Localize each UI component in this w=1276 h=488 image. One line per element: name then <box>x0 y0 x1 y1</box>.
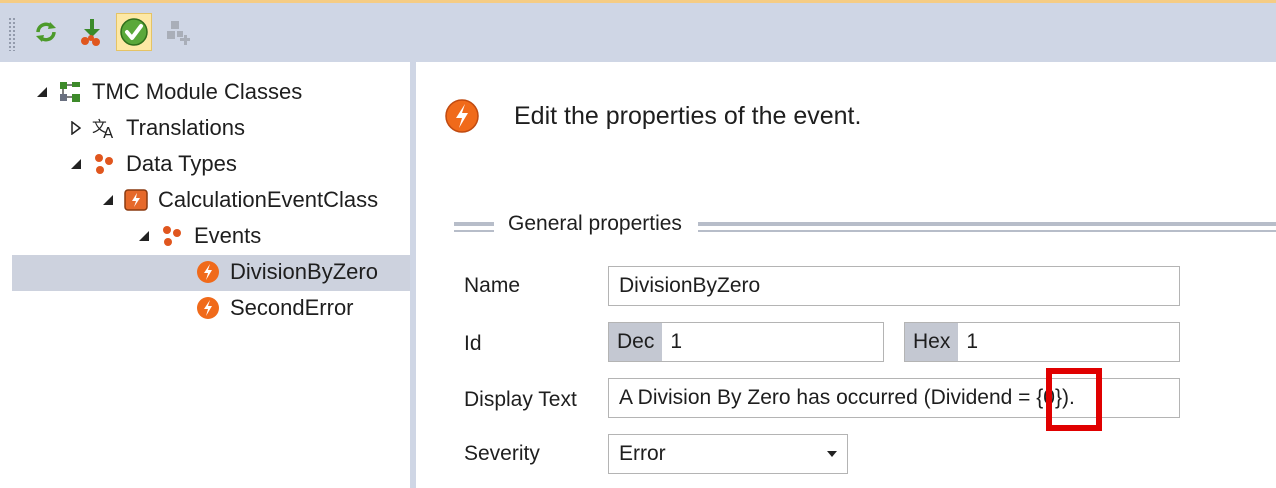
translate-icon: 文 A <box>92 116 116 140</box>
properties-panel: Edit the properties of the event. Genera… <box>416 62 1276 488</box>
event-icon <box>196 260 220 284</box>
add-disabled-button[interactable] <box>160 13 196 51</box>
tree-node-calculation-event-class[interactable]: CalculationEventClass <box>100 182 378 218</box>
tree-node-data-types[interactable]: Data Types <box>68 146 237 182</box>
id-dec-field[interactable]: Dec 1 <box>608 322 884 362</box>
group-title: General properties <box>502 212 688 236</box>
id-label: Id <box>464 332 482 355</box>
group-divider <box>454 222 494 232</box>
tree-node-events[interactable]: Events <box>136 218 261 254</box>
display-text-label: Display Text <box>464 388 577 411</box>
toolbar-grip[interactable] <box>8 17 16 51</box>
tree-node-translations[interactable]: 文 A Translations <box>68 110 245 146</box>
hex-prefix: Hex <box>905 323 959 361</box>
tree-node-label: Events <box>194 223 262 248</box>
collapse-arrow-icon[interactable] <box>68 121 84 135</box>
refresh-icon <box>36 22 56 42</box>
name-label: Name <box>464 274 521 297</box>
tree-node-second-error[interactable]: SecondError <box>196 290 354 326</box>
severity-label: Severity <box>464 442 540 465</box>
refresh-button[interactable] <box>28 13 64 51</box>
dec-value: 1 <box>670 330 683 353</box>
expand-arrow-icon[interactable] <box>100 194 116 206</box>
import-icon <box>81 19 100 46</box>
data-types-icon <box>92 152 116 176</box>
expand-arrow-icon[interactable] <box>34 86 50 98</box>
severity-select[interactable]: Error <box>608 434 848 474</box>
check-button[interactable] <box>116 13 152 51</box>
event-class-icon <box>124 188 148 212</box>
chevron-down-icon <box>827 451 837 457</box>
tree-node-label: Data Types <box>126 151 237 176</box>
event-header-icon <box>445 99 479 133</box>
highlight-box <box>1046 368 1102 431</box>
svg-text:A: A <box>103 125 113 140</box>
toolbar <box>0 0 1276 62</box>
severity-value: Error <box>619 442 666 465</box>
group-divider <box>698 222 1276 232</box>
tree-panel: TMC Module Classes 文 A Translations Data… <box>0 62 410 488</box>
event-icon <box>196 296 220 320</box>
id-hex-field[interactable]: Hex 1 <box>904 322 1180 362</box>
dec-prefix: Dec <box>609 323 663 361</box>
name-field[interactable]: DivisionByZero <box>608 266 1180 306</box>
hex-value: 1 <box>966 330 979 353</box>
tree-node-label: CalculationEventClass <box>158 187 379 212</box>
tree-node-label: DivisionByZero <box>230 259 378 284</box>
add-disabled-icon <box>167 21 190 45</box>
tree-node-label: Translations <box>126 115 246 140</box>
tree-node-root[interactable]: TMC Module Classes <box>34 74 302 110</box>
panel-header: Edit the properties of the event. <box>514 102 862 130</box>
check-icon <box>120 18 148 46</box>
tree-node-label: SecondError <box>230 295 354 320</box>
display-text-value: A Division By Zero has occurred (Dividen… <box>619 386 1075 409</box>
events-folder-icon <box>160 224 184 248</box>
module-tree-icon <box>58 80 82 104</box>
expand-arrow-icon[interactable] <box>68 158 84 170</box>
tree-node-division-by-zero[interactable]: DivisionByZero <box>196 254 378 290</box>
name-value: DivisionByZero <box>619 274 761 297</box>
expand-arrow-icon[interactable] <box>136 230 152 242</box>
import-button[interactable] <box>74 13 110 51</box>
tree-node-label: TMC Module Classes <box>92 79 303 104</box>
